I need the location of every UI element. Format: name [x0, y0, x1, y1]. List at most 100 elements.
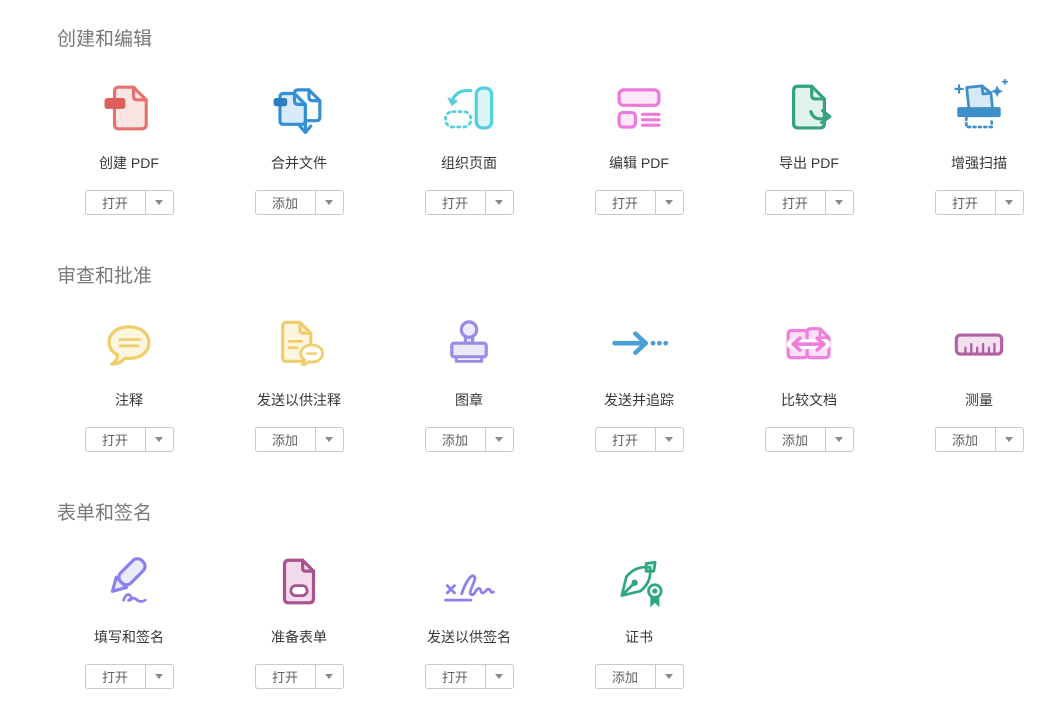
tool-label: 发送以供注释 [257, 392, 341, 409]
open-button[interactable]: 打开 [766, 191, 826, 214]
add-button[interactable]: 添加 [256, 191, 316, 214]
tool-action-button[interactable]: 打开 [765, 190, 854, 215]
tool-card-send-for-comments[interactable]: 发送以供注释 添加 [214, 315, 384, 452]
prepare-form-icon [268, 552, 330, 612]
tool-action-button[interactable]: 打开 [85, 664, 174, 689]
dropdown-button[interactable] [146, 665, 173, 688]
tool-label: 发送并追踪 [604, 392, 674, 409]
send-for-signature-icon [438, 552, 500, 612]
tool-label: 注释 [115, 392, 143, 409]
send-and-track-icon [608, 315, 670, 375]
tool-card-compare-documents[interactable]: 比较文档 添加 [724, 315, 894, 452]
dropdown-button[interactable] [826, 428, 853, 451]
tool-action-button[interactable]: 添加 [255, 427, 344, 452]
export-pdf-icon [778, 78, 840, 138]
tool-card-send-for-signature[interactable]: 发送以供签名 打开 [384, 552, 554, 689]
chevron-down-icon [495, 674, 503, 679]
tool-action-button[interactable]: 打开 [595, 190, 684, 215]
tool-label: 发送以供签名 [427, 629, 511, 646]
chevron-down-icon [155, 674, 163, 679]
open-button[interactable]: 打开 [86, 191, 146, 214]
dropdown-button[interactable] [316, 665, 343, 688]
tool-card-stamp[interactable]: 图章 添加 [384, 315, 554, 452]
tool-label: 创建 PDF [99, 155, 159, 172]
chevron-down-icon [155, 200, 163, 205]
tool-action-button[interactable]: 打开 [425, 190, 514, 215]
chevron-down-icon [325, 437, 333, 442]
dropdown-button[interactable] [146, 428, 173, 451]
organize-pages-icon [438, 78, 500, 138]
add-button[interactable]: 添加 [936, 428, 996, 451]
section-title: 审查和批准 [57, 265, 1040, 289]
tool-card-combine-files[interactable]: 合并文件 添加 [214, 78, 384, 215]
dropdown-button[interactable] [316, 428, 343, 451]
add-button[interactable]: 添加 [766, 428, 826, 451]
dropdown-button[interactable] [826, 191, 853, 214]
open-button[interactable]: 打开 [86, 428, 146, 451]
tool-label: 证书 [625, 629, 653, 646]
tool-card-comment[interactable]: 注释 打开 [44, 315, 214, 452]
dropdown-button[interactable] [486, 428, 513, 451]
tool-label: 图章 [455, 392, 483, 409]
open-button[interactable]: 打开 [936, 191, 996, 214]
chevron-down-icon [835, 437, 843, 442]
open-button[interactable]: 打开 [426, 191, 486, 214]
tool-action-button[interactable]: 打开 [85, 427, 174, 452]
create-pdf-icon [98, 78, 160, 138]
add-button[interactable]: 添加 [596, 665, 656, 688]
section-title: 创建和编辑 [57, 28, 1040, 52]
tool-action-button[interactable]: 添加 [935, 427, 1024, 452]
dropdown-button[interactable] [656, 191, 683, 214]
dropdown-button[interactable] [656, 428, 683, 451]
dropdown-button[interactable] [996, 428, 1023, 451]
tool-action-button[interactable]: 打开 [595, 427, 684, 452]
dropdown-button[interactable] [996, 191, 1023, 214]
tool-grid: 填写和签名 打开 准备表单 打开 [44, 552, 1040, 689]
add-button[interactable]: 添加 [256, 428, 316, 451]
tool-card-certificates[interactable]: 证书 添加 [554, 552, 724, 689]
chevron-down-icon [1005, 437, 1013, 442]
tool-action-button[interactable]: 打开 [85, 190, 174, 215]
tool-label: 合并文件 [271, 155, 327, 172]
tool-card-edit-pdf[interactable]: 编辑 PDF 打开 [554, 78, 724, 215]
dropdown-button[interactable] [486, 665, 513, 688]
open-button[interactable]: 打开 [256, 665, 316, 688]
tool-label: 准备表单 [271, 629, 327, 646]
tool-card-measure[interactable]: 测量 添加 [894, 315, 1040, 452]
section-forms-signatures: 表单和签名 填写和签名 打开 [0, 502, 1040, 689]
tool-card-prepare-form[interactable]: 准备表单 打开 [214, 552, 384, 689]
tool-action-button[interactable]: 打开 [255, 664, 344, 689]
tool-label: 导出 PDF [779, 155, 839, 172]
tool-card-send-and-track[interactable]: 发送并追踪 打开 [554, 315, 724, 452]
chevron-down-icon [1005, 200, 1013, 205]
dropdown-button[interactable] [146, 191, 173, 214]
dropdown-button[interactable] [486, 191, 513, 214]
open-button[interactable]: 打开 [596, 428, 656, 451]
tool-label: 填写和签名 [94, 629, 164, 646]
chevron-down-icon [325, 674, 333, 679]
add-button[interactable]: 添加 [426, 428, 486, 451]
tool-action-button[interactable]: 添加 [255, 190, 344, 215]
dropdown-button[interactable] [656, 665, 683, 688]
tool-action-button[interactable]: 打开 [935, 190, 1024, 215]
tool-action-button[interactable]: 添加 [425, 427, 514, 452]
tool-card-organize-pages[interactable]: 组织页面 打开 [384, 78, 554, 215]
tool-card-create-pdf[interactable]: 创建 PDF 打开 [44, 78, 214, 215]
measure-icon [948, 315, 1010, 375]
tool-card-export-pdf[interactable]: 导出 PDF 打开 [724, 78, 894, 215]
open-button[interactable]: 打开 [86, 665, 146, 688]
open-button[interactable]: 打开 [426, 665, 486, 688]
tool-action-button[interactable]: 打开 [425, 664, 514, 689]
tool-card-fill-and-sign[interactable]: 填写和签名 打开 [44, 552, 214, 689]
open-button[interactable]: 打开 [596, 191, 656, 214]
stamp-icon [438, 315, 500, 375]
chevron-down-icon [495, 437, 503, 442]
dropdown-button[interactable] [316, 191, 343, 214]
fill-and-sign-icon [98, 552, 160, 612]
chevron-down-icon [665, 674, 673, 679]
edit-pdf-icon [608, 78, 670, 138]
tool-card-enhance-scans[interactable]: 增强扫描 打开 [894, 78, 1040, 215]
tool-action-button[interactable]: 添加 [595, 664, 684, 689]
enhance-scans-icon [948, 78, 1010, 138]
tool-action-button[interactable]: 添加 [765, 427, 854, 452]
